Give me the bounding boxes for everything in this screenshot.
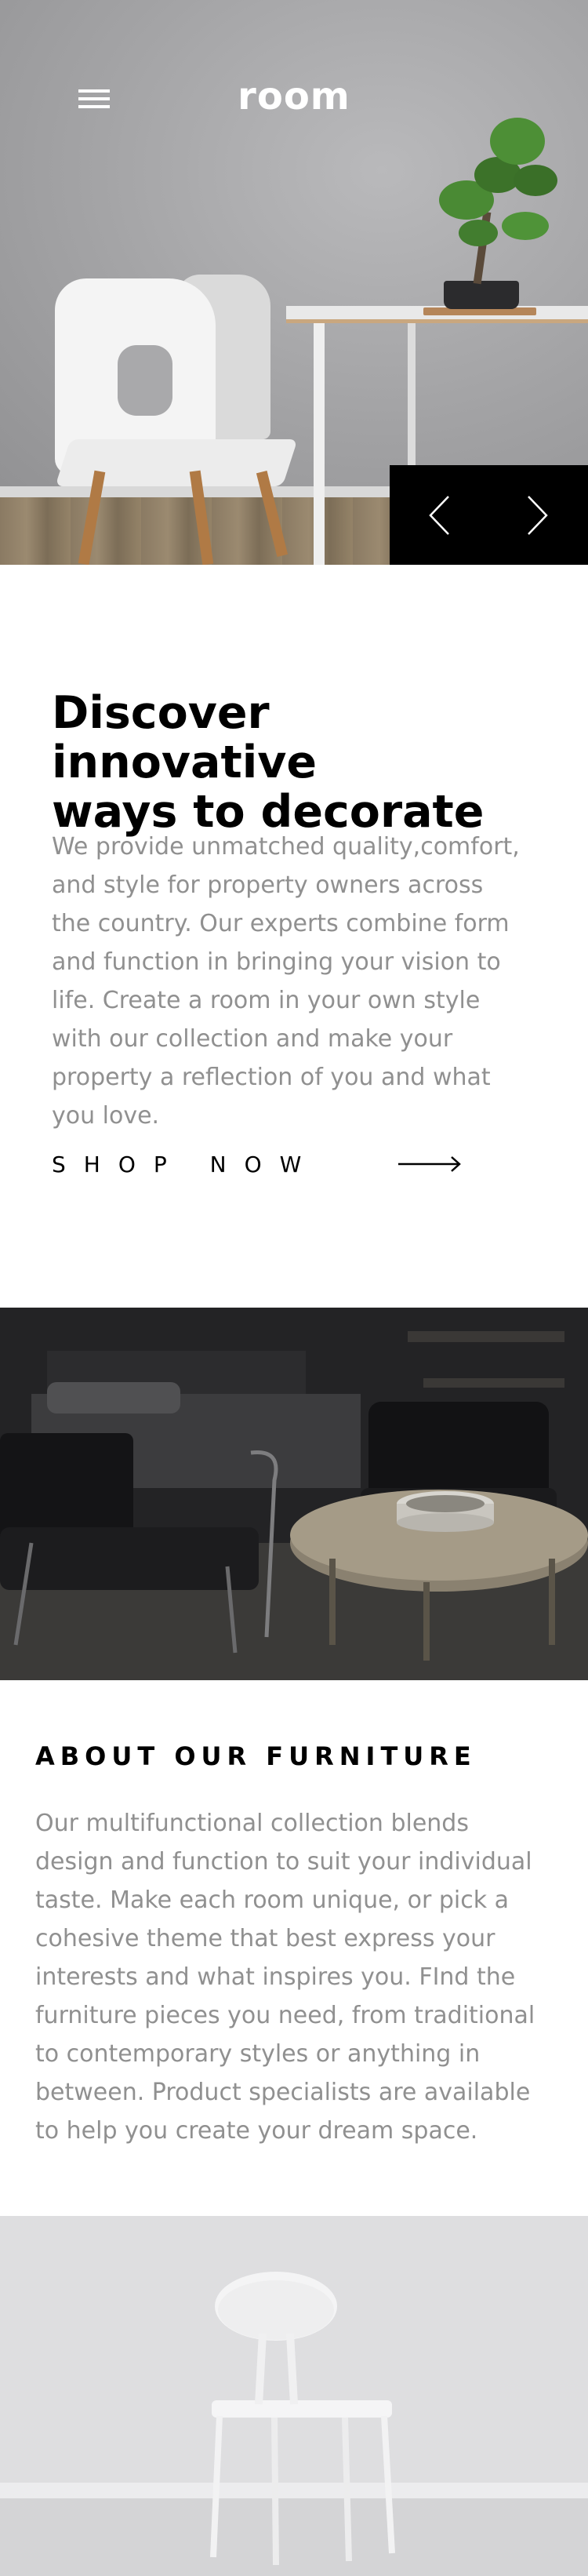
- arrow-right-icon: [398, 1156, 461, 1172]
- next-slide-button[interactable]: [488, 465, 587, 565]
- chevron-right-icon: [528, 495, 548, 535]
- shop-now-label: SHOP NOW: [52, 1151, 320, 1177]
- white-chair-illustration: [0, 2216, 588, 2576]
- discover-title: Discover innovative ways to decorate: [52, 687, 485, 838]
- chevron-left-icon: [429, 495, 449, 535]
- hero-section: room: [0, 0, 588, 565]
- about-title: ABOUT OUR FURNITURE: [35, 1741, 477, 1771]
- interior-image: [0, 1308, 588, 1680]
- logo[interactable]: room: [204, 75, 384, 118]
- menu-button[interactable]: [78, 86, 110, 111]
- shop-now-link[interactable]: SHOP NOW: [52, 1147, 491, 1181]
- bottom-image: [0, 2216, 588, 2576]
- slider-nav: [390, 465, 588, 565]
- about-text: Our multifunctional collection blends de…: [35, 1810, 535, 2145]
- interior-illustration: [0, 1308, 588, 1680]
- discover-text: We provide unmatched quality,comfort, an…: [52, 833, 520, 1130]
- hamburger-menu-icon: [78, 89, 110, 93]
- previous-slide-button[interactable]: [390, 465, 488, 565]
